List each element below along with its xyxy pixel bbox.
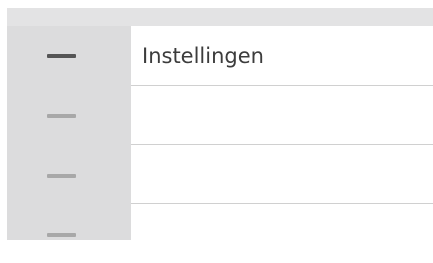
nav-item-3-icon[interactable] bbox=[47, 174, 76, 178]
navigation-rail bbox=[7, 26, 131, 240]
top-bar bbox=[7, 8, 433, 26]
list-item[interactable] bbox=[131, 203, 433, 263]
list-item[interactable]: Instellingen bbox=[131, 26, 433, 86]
list-item[interactable] bbox=[131, 144, 433, 204]
nav-item-2-icon[interactable] bbox=[47, 114, 76, 118]
nav-item-4-icon[interactable] bbox=[47, 233, 76, 237]
settings-panel: Instellingen bbox=[131, 26, 433, 240]
nav-item-1-icon[interactable] bbox=[47, 54, 76, 58]
list-item-label: Instellingen bbox=[142, 44, 264, 68]
list-item[interactable] bbox=[131, 85, 433, 145]
app-window: Instellingen bbox=[0, 0, 433, 240]
